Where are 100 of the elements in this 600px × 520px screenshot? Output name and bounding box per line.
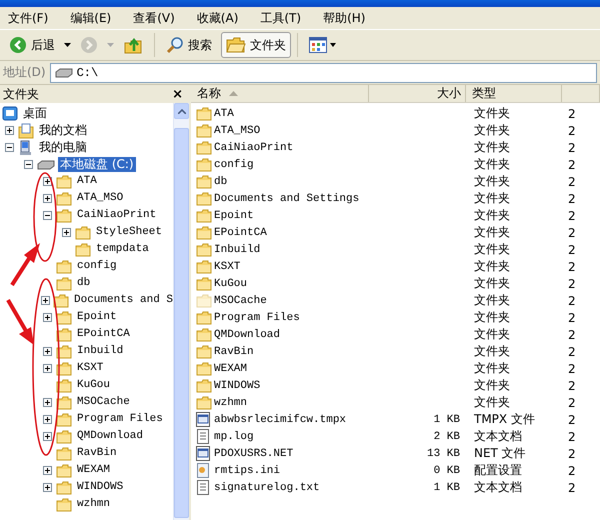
column-header[interactable]: 大小 <box>369 85 466 102</box>
menu-item[interactable]: 查看(V) <box>133 10 175 26</box>
address-field[interactable]: C:\ <box>50 62 597 82</box>
chevron-up-icon <box>178 108 186 114</box>
file-name[interactable]: wzhmn <box>214 396 248 408</box>
tree-item[interactable]: Program Files <box>75 412 165 427</box>
expand-icon[interactable] <box>42 364 52 373</box>
file-name[interactable]: db <box>214 176 228 188</box>
search-button[interactable]: 搜索 <box>161 32 217 58</box>
file-name[interactable]: config <box>214 158 254 170</box>
column-header[interactable]: 名称 <box>191 85 369 102</box>
tree-item[interactable]: CaiNiaoPrint <box>75 208 158 223</box>
tree-item[interactable]: 我的文档 <box>37 123 89 138</box>
expand-icon[interactable] <box>62 228 70 237</box>
expand-icon[interactable] <box>42 415 52 424</box>
file-name[interactable]: Epoint <box>214 210 254 222</box>
back-button[interactable]: 后退 <box>4 32 60 58</box>
tree-item[interactable]: ATA_MSO <box>75 191 126 206</box>
file-type: 文件夹 <box>473 241 511 258</box>
expand-icon[interactable] <box>42 398 52 407</box>
file-name[interactable]: CaiNiaoPrint <box>214 142 294 154</box>
views-grid-icon <box>309 37 337 53</box>
tree-item[interactable]: Epoint <box>75 310 119 325</box>
tree-item[interactable]: StyleSheet <box>94 225 164 240</box>
tree-item[interactable]: Inbuild <box>75 344 126 359</box>
tree-item[interactable]: 桌面 <box>21 106 49 121</box>
menu-item[interactable]: 帮助(H) <box>323 10 366 26</box>
file-type: 文件夹 <box>473 258 511 275</box>
folders-button[interactable]: 文件夹 <box>221 32 291 58</box>
tree-item[interactable]: config <box>75 259 119 274</box>
text-file-icon <box>196 429 210 444</box>
folder-icon <box>56 464 72 478</box>
expand-icon[interactable] <box>4 126 14 135</box>
file-name[interactable]: ATA_MSO <box>214 124 260 136</box>
tree-item[interactable]: QMDownload <box>75 429 146 444</box>
expand-icon[interactable] <box>42 483 52 492</box>
folder-icon <box>56 174 72 188</box>
tree-item[interactable]: Documents and S <box>72 293 173 308</box>
folder-icon <box>196 362 212 376</box>
file-name[interactable]: signaturelog.txt <box>214 482 320 494</box>
column-header[interactable]: 类型 <box>466 85 562 102</box>
menu-item[interactable]: 工具(T) <box>260 10 302 26</box>
file-name[interactable]: Program Files <box>214 312 300 324</box>
tree-item[interactable]: db <box>75 276 92 291</box>
file-name[interactable]: abwbsrlecimifcw.tmpx <box>214 414 346 426</box>
file-name[interactable]: EPointCA <box>214 226 267 238</box>
file-name[interactable]: QMDownload <box>214 328 280 340</box>
file-name[interactable]: mp.log <box>214 430 254 442</box>
expand-icon[interactable] <box>42 313 52 322</box>
file-name[interactable]: KuGou <box>214 278 248 290</box>
tree-item[interactable]: MSOCache <box>75 395 132 410</box>
tree-item[interactable]: ATA <box>75 174 99 189</box>
file-name[interactable]: MSOCache <box>214 294 267 306</box>
close-button[interactable]: × <box>172 86 183 102</box>
file-type: 文件夹 <box>473 224 511 241</box>
collapse-icon[interactable] <box>4 143 14 152</box>
expand-icon[interactable] <box>41 296 50 305</box>
file-name[interactable]: WEXAM <box>214 362 248 374</box>
tree-item[interactable]: KSXT <box>75 361 106 376</box>
scroll-up-button[interactable] <box>174 103 189 119</box>
file-name[interactable]: Documents and Settings <box>214 192 360 204</box>
tree-item[interactable]: 我的电脑 <box>37 140 89 155</box>
collapse-icon[interactable] <box>24 160 32 169</box>
file-name[interactable]: WINDOWS <box>214 380 260 392</box>
collapse-icon[interactable] <box>42 211 52 220</box>
file-date: 2 <box>567 378 577 392</box>
tree-item[interactable]: RavBin <box>75 446 119 461</box>
tree-item[interactable]: 本地磁盘 (C:) <box>58 157 136 172</box>
menu-item[interactable]: 文件(F) <box>8 10 48 26</box>
file-name[interactable]: rmtips.ini <box>214 464 280 476</box>
tree-item[interactable]: wzhmn <box>75 497 112 512</box>
menu-item[interactable]: 收藏(A) <box>196 10 238 26</box>
expand-icon[interactable] <box>42 194 52 203</box>
file-name[interactable]: KSXT <box>214 260 240 272</box>
tree-item[interactable]: KuGou <box>75 378 112 393</box>
file-name[interactable]: PDOXUSRS.NET <box>214 448 294 460</box>
file-date: 2 <box>567 140 577 154</box>
file-name[interactable]: Inbuild <box>214 244 260 256</box>
desktop-icon <box>2 106 18 122</box>
documents-folder-icon <box>18 122 34 138</box>
file-size: 0 KB <box>434 464 461 476</box>
file-date: 2 <box>567 396 577 410</box>
tree-item[interactable]: WINDOWS <box>75 480 126 495</box>
file-type: TMPX 文件 <box>473 411 536 428</box>
expand-icon[interactable] <box>42 347 52 356</box>
file-date: 2 <box>567 242 577 256</box>
expand-icon[interactable] <box>42 432 52 441</box>
text-file-icon <box>196 480 210 495</box>
expand-icon[interactable] <box>42 177 52 186</box>
caret-icon[interactable] <box>64 43 71 47</box>
tree-item[interactable]: EPointCA <box>75 327 132 342</box>
folder-icon <box>196 294 212 308</box>
tree-item[interactable]: WEXAM <box>75 463 112 478</box>
menu-item[interactable]: 编辑(E) <box>70 10 112 26</box>
file-type: 文件夹 <box>473 343 511 360</box>
drive-icon <box>54 66 73 78</box>
tree-item[interactable]: tempdata <box>94 242 151 257</box>
file-name[interactable]: ATA <box>214 108 234 120</box>
expand-icon[interactable] <box>42 466 52 475</box>
file-name[interactable]: RavBin <box>214 346 254 358</box>
